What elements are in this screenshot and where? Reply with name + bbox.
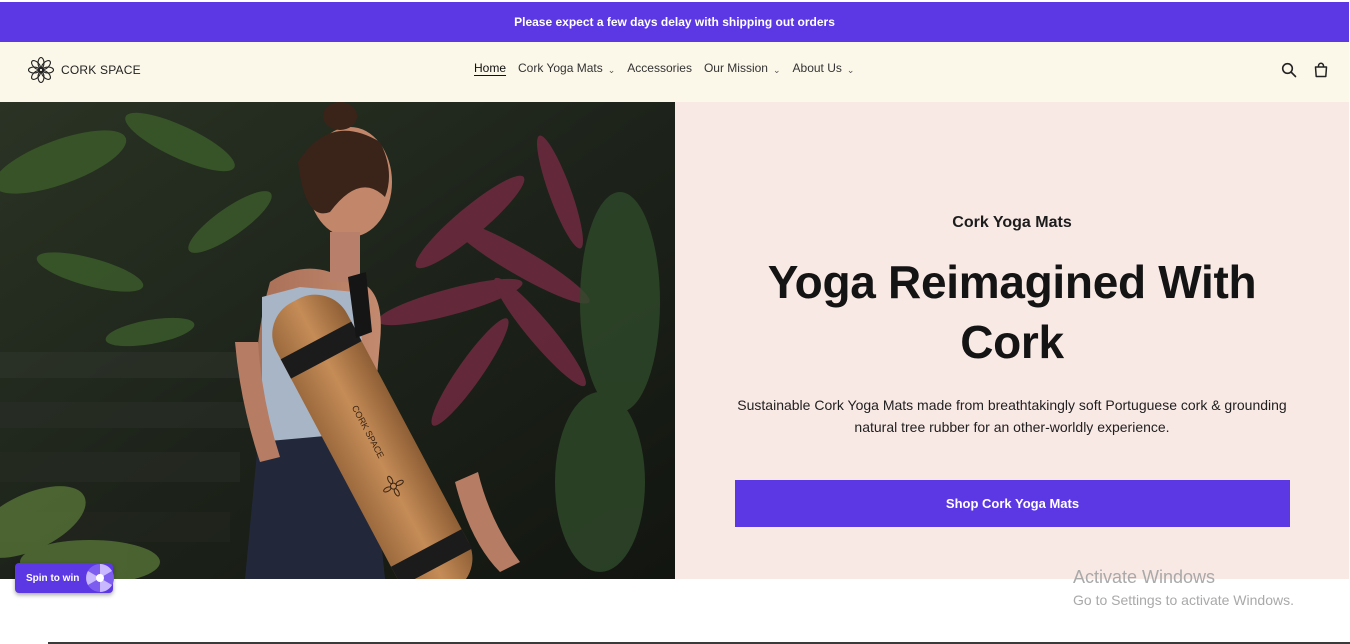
header-icons bbox=[1281, 62, 1329, 78]
cart-icon[interactable] bbox=[1313, 62, 1329, 78]
shop-cork-yoga-mats-button[interactable]: Shop Cork Yoga Mats bbox=[735, 480, 1290, 527]
watermark-subtitle: Go to Settings to activate Windows. bbox=[1073, 592, 1294, 608]
site-header: CORK SPACE Home Cork Yoga Mats ⌄ Accesso… bbox=[0, 42, 1349, 102]
chevron-down-icon: ⌄ bbox=[607, 64, 616, 75]
brand-logo[interactable]: CORK SPACE bbox=[27, 56, 141, 84]
chevron-down-icon: ⌄ bbox=[772, 64, 781, 75]
hero-headline: Yoga Reimagined With Cork bbox=[767, 256, 1257, 368]
spin-to-win-button[interactable]: Spin to win bbox=[15, 563, 114, 593]
prize-wheel-icon bbox=[86, 564, 114, 592]
watermark-title: Activate Windows bbox=[1073, 567, 1216, 587]
hero-subtext: Sustainable Cork Yoga Mats made from bre… bbox=[737, 397, 1287, 435]
nav-item-our-mission[interactable]: Our Mission ⌄ bbox=[704, 61, 781, 75]
hero-photo: CORK SPACE bbox=[0, 102, 675, 579]
search-icon[interactable] bbox=[1281, 62, 1297, 78]
chevron-down-icon: ⌄ bbox=[846, 64, 855, 75]
announcement-bar: Please expect a few days delay with ship… bbox=[0, 2, 1349, 42]
hero-text-panel: Cork Yoga Mats Yoga Reimagined With Cork… bbox=[675, 102, 1349, 579]
windows-activation-watermark: Activate Windows Go to Settings to activ… bbox=[1073, 567, 1294, 608]
hero-eyebrow: Cork Yoga Mats bbox=[952, 214, 1072, 231]
nav-item-label: Cork Yoga Mats bbox=[518, 61, 603, 75]
announcement-text: Please expect a few days delay with ship… bbox=[514, 15, 835, 29]
nav-item-cork-yoga-mats[interactable]: Cork Yoga Mats ⌄ bbox=[518, 61, 615, 75]
main-nav: Home Cork Yoga Mats ⌄ Accessories Our Mi… bbox=[474, 61, 866, 75]
nav-item-about-us[interactable]: About Us ⌄ bbox=[793, 61, 855, 75]
nav-item-label: About Us bbox=[792, 61, 842, 75]
nav-item-label: Accessories bbox=[627, 61, 692, 75]
spin-to-win-label: Spin to win bbox=[26, 572, 80, 584]
hero-image: CORK SPACE bbox=[0, 102, 675, 579]
nav-item-label: Home bbox=[474, 61, 507, 75]
brand-name: CORK SPACE bbox=[61, 63, 141, 77]
nav-item-accessories[interactable]: Accessories bbox=[627, 61, 692, 75]
lotus-logo-icon bbox=[27, 56, 55, 84]
nav-item-home[interactable]: Home bbox=[474, 61, 506, 75]
nav-item-label: Our Mission bbox=[703, 61, 768, 75]
